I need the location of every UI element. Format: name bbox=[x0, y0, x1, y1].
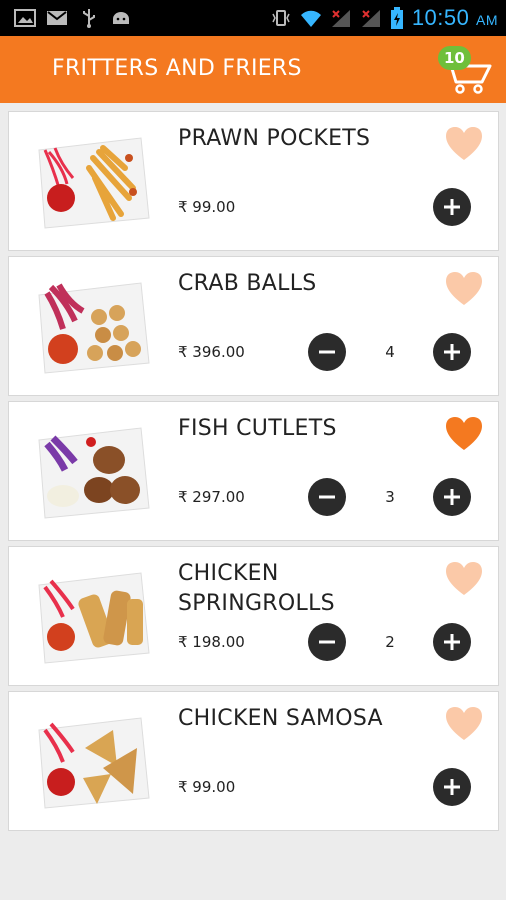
plus-icon bbox=[444, 779, 460, 795]
remove-quantity-button[interactable] bbox=[308, 623, 346, 661]
favorite-heart-icon[interactable] bbox=[445, 271, 483, 307]
plus-icon bbox=[444, 634, 460, 650]
plus-icon bbox=[444, 489, 460, 505]
cart-count-badge: 10 bbox=[438, 46, 471, 70]
android-icon bbox=[113, 12, 129, 24]
gallery-icon bbox=[14, 9, 36, 27]
product-price: ₹ 198.00 bbox=[178, 633, 245, 651]
remove-quantity-button[interactable] bbox=[308, 478, 346, 516]
add-quantity-button[interactable] bbox=[433, 478, 471, 516]
quantity-value: 3 bbox=[385, 488, 395, 506]
product-name: FISH CUTLETS bbox=[178, 416, 337, 441]
remove-quantity-button[interactable] bbox=[308, 333, 346, 371]
product-price: ₹ 297.00 bbox=[178, 488, 245, 506]
product-image bbox=[38, 572, 150, 664]
product-list: PRAWN POCKETS ₹ 99.00 CRAB BALLS ₹ 396.0… bbox=[8, 111, 499, 836]
favorite-heart-icon[interactable] bbox=[445, 706, 483, 742]
add-quantity-button[interactable] bbox=[433, 623, 471, 661]
product-image bbox=[38, 282, 150, 374]
gmail-icon bbox=[47, 11, 67, 25]
signal-icon bbox=[331, 10, 350, 27]
add-quantity-button[interactable] bbox=[433, 333, 471, 371]
favorite-heart-icon[interactable] bbox=[445, 561, 483, 597]
plus-icon bbox=[444, 199, 460, 215]
clock: 10:50 AM bbox=[411, 5, 498, 30]
minus-icon bbox=[319, 495, 335, 499]
product-price: ₹ 99.00 bbox=[178, 778, 236, 796]
product-name: CRAB BALLS bbox=[178, 271, 317, 296]
product-price: ₹ 396.00 bbox=[178, 343, 245, 361]
vibrate-icon bbox=[272, 10, 290, 26]
cart-button[interactable]: 10 bbox=[436, 44, 494, 96]
signal-icon bbox=[361, 10, 380, 27]
quantity-value: 4 bbox=[385, 343, 395, 361]
usb-icon bbox=[83, 9, 95, 28]
product-name: PRAWN POCKETS bbox=[178, 126, 371, 151]
product-image bbox=[38, 717, 150, 809]
plus-icon bbox=[444, 344, 460, 360]
page-title: FRITTERS AND FRIERS bbox=[52, 56, 302, 81]
add-quantity-button[interactable] bbox=[433, 188, 471, 226]
favorite-heart-icon[interactable] bbox=[445, 126, 483, 162]
product-card: CHICKEN SAMOSA ₹ 99.00 bbox=[8, 691, 499, 831]
wifi-icon bbox=[300, 10, 321, 27]
product-name: CHICKEN SPRINGROLLS bbox=[178, 561, 335, 616]
battery-icon bbox=[390, 7, 403, 29]
product-card: PRAWN POCKETS ₹ 99.00 bbox=[8, 111, 499, 251]
minus-icon bbox=[319, 350, 335, 354]
product-image bbox=[38, 137, 150, 229]
product-card: CRAB BALLS ₹ 396.00 4 bbox=[8, 256, 499, 396]
favorite-heart-icon[interactable] bbox=[445, 416, 483, 452]
product-card: CHICKEN SPRINGROLLS ₹ 198.00 2 bbox=[8, 546, 499, 686]
quantity-value: 2 bbox=[385, 633, 395, 651]
product-name: CHICKEN SAMOSA bbox=[178, 706, 383, 731]
product-price: ₹ 99.00 bbox=[178, 198, 236, 216]
status-bar: 10:50 AM bbox=[0, 0, 506, 36]
app-bar: FRITTERS AND FRIERS 10 bbox=[0, 36, 506, 103]
add-quantity-button[interactable] bbox=[433, 768, 471, 806]
product-image bbox=[38, 427, 150, 519]
minus-icon bbox=[319, 640, 335, 644]
product-card: FISH CUTLETS ₹ 297.00 3 bbox=[8, 401, 499, 541]
